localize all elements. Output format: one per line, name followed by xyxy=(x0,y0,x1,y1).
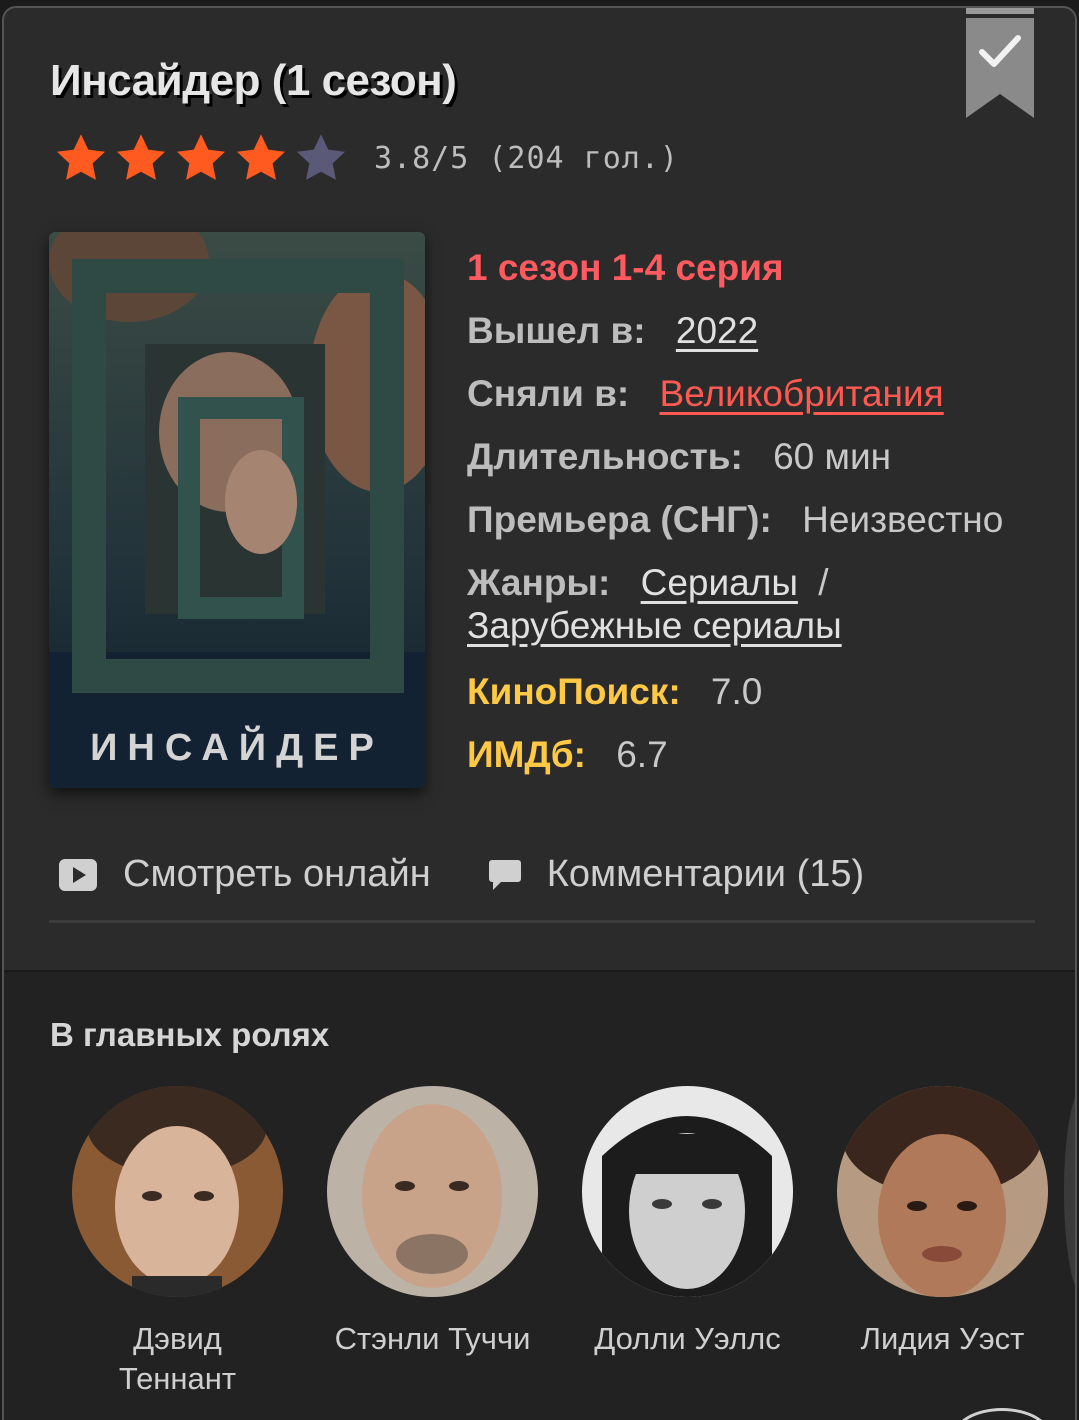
star-icon-1[interactable] xyxy=(52,130,110,186)
actor-name[interactable]: Дэвид Теннант xyxy=(98,1319,258,1399)
kinopoisk-row: КиноПоиск: 7.0 xyxy=(467,660,1067,723)
genres-label: Жанры: xyxy=(467,562,611,603)
actor-avatar[interactable] xyxy=(327,1086,538,1297)
actor-name[interactable]: Стэнли Туччи xyxy=(313,1319,553,1359)
episodes-text: 1 сезон 1-4 серия xyxy=(467,247,784,288)
play-icon xyxy=(59,858,97,891)
actor-card[interactable]: Дэвид Теннант xyxy=(50,1086,305,1399)
premiere-value: Неизвестно xyxy=(802,499,1004,540)
duration-label: Длительность: xyxy=(467,436,743,477)
released-year-link[interactable]: 2022 xyxy=(676,310,758,351)
kinopoisk-value: 7.0 xyxy=(710,671,763,712)
premiere-label: Премьера (СНГ): xyxy=(467,499,772,540)
duration-row: Длительность: 60 мин xyxy=(467,425,1067,488)
comments-label: Комментарии (15) xyxy=(546,853,865,895)
divider xyxy=(49,920,1035,923)
actor-avatar[interactable] xyxy=(72,1086,283,1297)
bookmark-check-icon[interactable] xyxy=(966,8,1034,118)
movie-card: Инсайдер (1 сезон) 3.8/5 (204 гол.) ИНСА… xyxy=(2,6,1077,1420)
cast-list[interactable]: Дэвид Теннант Стэнли Туччи Долли Уэллс Л… xyxy=(50,1086,1070,1399)
actor-avatar[interactable] xyxy=(582,1086,793,1297)
star-icon-4[interactable] xyxy=(232,130,290,186)
star-icon-3[interactable] xyxy=(172,130,230,186)
star-icon-5[interactable] xyxy=(292,130,350,186)
actor-card[interactable]: Стэнли Туччи xyxy=(305,1086,560,1399)
kinopoisk-label: КиноПоиск: xyxy=(467,671,681,712)
watch-online-button[interactable]: Смотреть онлайн xyxy=(59,853,431,896)
imdb-row: ИМДб: 6.7 xyxy=(467,723,1067,786)
duration-value: 60 мин xyxy=(773,436,892,477)
genre-link-foreign-series[interactable]: Зарубежные сериалы xyxy=(467,605,842,646)
genres-row-2: Зарубежные сериалы xyxy=(467,606,1067,646)
premiere-row: Премьера (СНГ): Неизвестно xyxy=(467,488,1067,551)
poster-caption: ИНСАЙДЕР xyxy=(90,724,384,769)
actor-card[interactable]: Лидия Уэст xyxy=(815,1086,1070,1399)
comments-button[interactable]: Комментарии (15) xyxy=(488,853,865,896)
imdb-label: ИМДб: xyxy=(467,734,586,775)
star-icon-2[interactable] xyxy=(112,130,170,186)
poster-image[interactable]: ИНСАЙДЕР xyxy=(49,232,425,788)
actor-name[interactable]: Лидия Уэст xyxy=(823,1319,1063,1359)
cast-section: В главных ролях Дэвид Теннант Стэнли Туч… xyxy=(4,970,1075,1420)
watch-online-label: Смотреть онлайн xyxy=(123,853,431,895)
action-tabs: Смотреть онлайн Комментарии (15) xyxy=(59,853,922,896)
actor-name[interactable]: Долли Уэллс xyxy=(568,1319,808,1359)
page-title: Инсайдер (1 сезон) xyxy=(50,56,457,105)
country-link[interactable]: Великобритания xyxy=(660,373,944,414)
released-label: Вышел в: xyxy=(467,310,646,351)
imdb-value: 6.7 xyxy=(616,734,668,775)
actor-avatar[interactable] xyxy=(837,1086,1048,1297)
info-panel: 1 сезон 1-4 серия Вышел в: 2022 Сняли в:… xyxy=(467,236,1067,786)
country-row: Сняли в: Великобритания xyxy=(467,362,1067,425)
rating-row[interactable]: 3.8/5 (204 гол.) xyxy=(52,130,679,186)
genre-separator: / xyxy=(818,562,829,603)
country-label: Сняли в: xyxy=(467,373,630,414)
comment-icon xyxy=(488,859,521,890)
released-row: Вышел в: 2022 xyxy=(467,299,1067,362)
genre-link-series[interactable]: Сериалы xyxy=(641,562,798,603)
cast-title: В главных ролях xyxy=(50,1016,330,1053)
actor-card[interactable]: Долли Уэллс xyxy=(560,1086,815,1399)
rating-text: 3.8/5 (204 гол.) xyxy=(374,140,679,176)
